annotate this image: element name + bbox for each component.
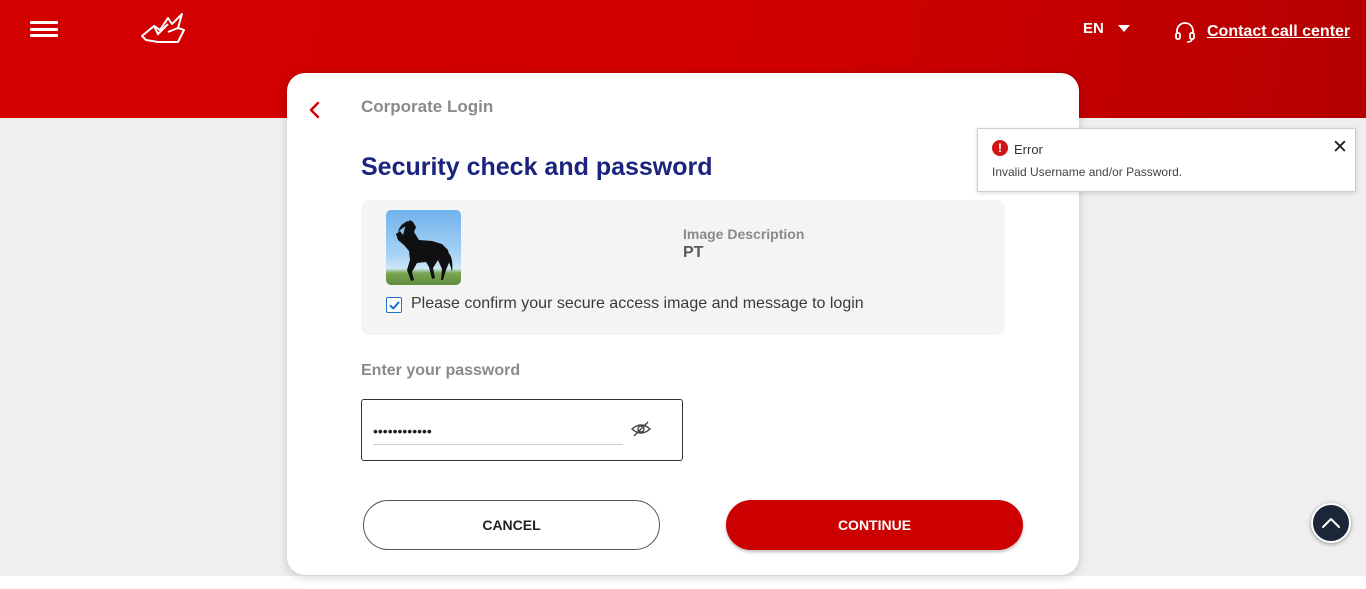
page: EN Contact call center Corporate Login S… xyxy=(0,0,1366,589)
cancel-button[interactable]: CANCEL xyxy=(363,500,660,550)
chevron-left-icon[interactable] xyxy=(305,99,325,121)
image-description-value: PT xyxy=(683,244,704,261)
error-toast: ! Error Invalid Username and/or Password… xyxy=(977,128,1356,192)
headset-icon xyxy=(1175,22,1195,43)
language-selector[interactable]: EN xyxy=(1083,20,1130,37)
contact-call-center-link[interactable]: Contact call center xyxy=(1173,20,1350,44)
login-card: Corporate Login Security check and passw… xyxy=(287,73,1079,575)
password-label: Enter your password xyxy=(361,362,521,379)
confirm-image-label: Please confirm your secure access image … xyxy=(411,295,864,312)
horse-image xyxy=(386,210,461,285)
menu-icon[interactable] xyxy=(30,21,58,37)
image-description-label: Image Description xyxy=(683,226,805,242)
close-icon[interactable]: ✕ xyxy=(1332,138,1348,157)
password-input[interactable] xyxy=(373,417,623,445)
chevron-up-icon xyxy=(1322,518,1340,528)
continue-button[interactable]: CONTINUE xyxy=(726,500,1023,550)
page-title: Security check and password xyxy=(361,153,713,181)
toast-title: Error xyxy=(1014,142,1043,157)
security-image-panel: Image Description PT Please confirm your… xyxy=(361,200,1005,335)
confirm-image-checkbox[interactable] xyxy=(386,297,402,313)
checkbox-icon xyxy=(389,301,399,309)
logo[interactable] xyxy=(138,12,186,48)
caret-down-icon xyxy=(1117,25,1130,32)
password-field-container xyxy=(361,399,683,461)
contact-call-center-label: Contact call center xyxy=(1207,23,1351,40)
breadcrumb: Corporate Login xyxy=(361,97,494,116)
language-label: EN xyxy=(1083,20,1104,37)
error-icon: ! xyxy=(992,140,1008,156)
eye-off-icon[interactable] xyxy=(630,419,652,439)
scroll-to-top-button[interactable] xyxy=(1311,503,1351,543)
toast-message: Invalid Username and/or Password. xyxy=(992,165,1183,179)
